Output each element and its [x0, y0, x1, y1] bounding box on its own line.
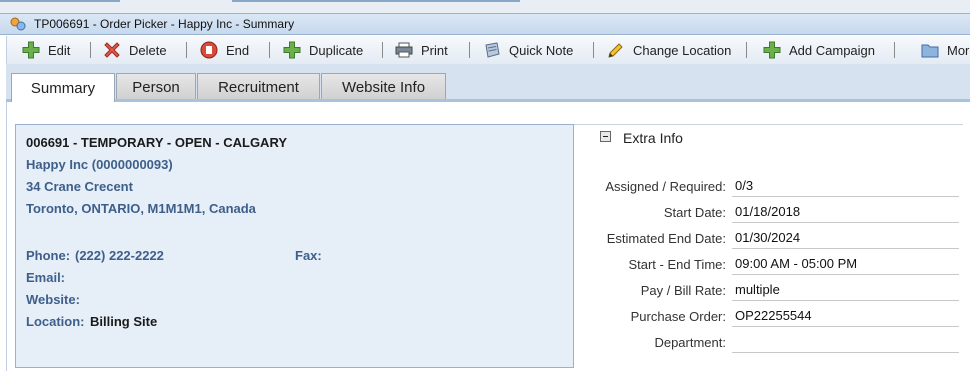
toolbar-separator	[746, 42, 747, 58]
start-date-value: 01/18/2018	[732, 204, 959, 223]
phone-value: (222) 222-2222	[75, 248, 164, 263]
location-label: Location:	[26, 314, 85, 329]
street-address: 34 Crane Crecent	[26, 179, 133, 194]
collapse-toggle-icon[interactable]	[600, 131, 611, 142]
end-icon	[200, 41, 218, 59]
delete-button[interactable]: Delete	[103, 36, 167, 64]
toolbar-separator	[469, 42, 470, 58]
edit-button[interactable]: Edit	[22, 36, 70, 64]
change-location-button[interactable]: Change Location	[607, 36, 731, 64]
plus-icon	[283, 41, 301, 59]
city-line: Toronto, ONTARIO, M1M1M1, Canada	[26, 201, 256, 216]
tab-website-info[interactable]: Website Info	[321, 73, 446, 101]
fax-label: Fax:	[295, 248, 322, 263]
top-strip	[0, 0, 970, 13]
more-button[interactable]: More	[921, 36, 970, 64]
phone-label: Phone:	[26, 248, 71, 263]
end-button[interactable]: End	[200, 36, 249, 64]
tab-hint	[0, 0, 120, 2]
duplicate-button[interactable]: Duplicate	[283, 36, 363, 64]
add-campaign-button[interactable]: Add Campaign	[763, 36, 875, 64]
start-end-time-value: 09:00 AM - 05:00 PM	[732, 256, 959, 275]
estimated-end-date-value: 01/30/2024	[732, 230, 959, 249]
delete-x-icon	[104, 42, 120, 58]
toolbar: Edit Delete End Duplicate Print Quick No…	[6, 36, 970, 64]
start-end-time-label: Start - End Time:	[628, 257, 726, 272]
pay-bill-rate-label: Pay / Bill Rate:	[640, 283, 726, 298]
record-heading: 006691 - TEMPORARY - OPEN - CALGARY	[26, 135, 288, 150]
app-icon	[10, 17, 26, 31]
extra-info-title: Extra Info	[623, 130, 683, 146]
assigned-required-value: 0/3	[732, 178, 959, 197]
tab-summary[interactable]: Summary	[11, 73, 115, 102]
assigned-required-label: Assigned / Required:	[605, 179, 726, 194]
department-label: Department:	[654, 335, 726, 350]
window-title: TP006691 - Order Picker - Happy Inc - Su…	[34, 17, 295, 31]
plus-icon	[22, 41, 40, 59]
toolbar-separator	[269, 42, 270, 58]
toolbar-separator	[90, 42, 91, 58]
pencil-icon	[608, 43, 623, 58]
department-value	[732, 334, 959, 353]
plus-icon	[763, 41, 781, 59]
toolbar-separator	[382, 42, 383, 58]
window-title-bar: TP006691 - Order Picker - Happy Inc - Su…	[0, 13, 970, 35]
purchase-order-label: Purchase Order:	[630, 309, 726, 324]
tab-hint	[232, 0, 520, 2]
toolbar-separator	[894, 42, 895, 58]
start-date-label: Start Date:	[663, 205, 726, 220]
toolbar-separator	[186, 42, 187, 58]
purchase-order-value: OP22255544	[732, 308, 959, 327]
website-label: Website:	[26, 292, 80, 307]
tab-recruitment[interactable]: Recruitment	[197, 73, 320, 101]
folder-icon	[921, 44, 939, 58]
estimated-end-date-label: Estimated End Date:	[606, 231, 726, 246]
printer-icon	[395, 42, 413, 58]
tab-person[interactable]: Person	[116, 73, 196, 101]
toolbar-separator	[593, 42, 594, 58]
pay-bill-rate-value: multiple	[732, 282, 959, 301]
quick-note-button[interactable]: Quick Note	[483, 36, 573, 64]
print-button[interactable]: Print	[395, 36, 448, 64]
email-label: Email:	[26, 270, 66, 285]
company-name: Happy Inc (0000000093)	[26, 157, 173, 172]
location-value: Billing Site	[90, 314, 158, 329]
note-icon	[485, 42, 500, 58]
